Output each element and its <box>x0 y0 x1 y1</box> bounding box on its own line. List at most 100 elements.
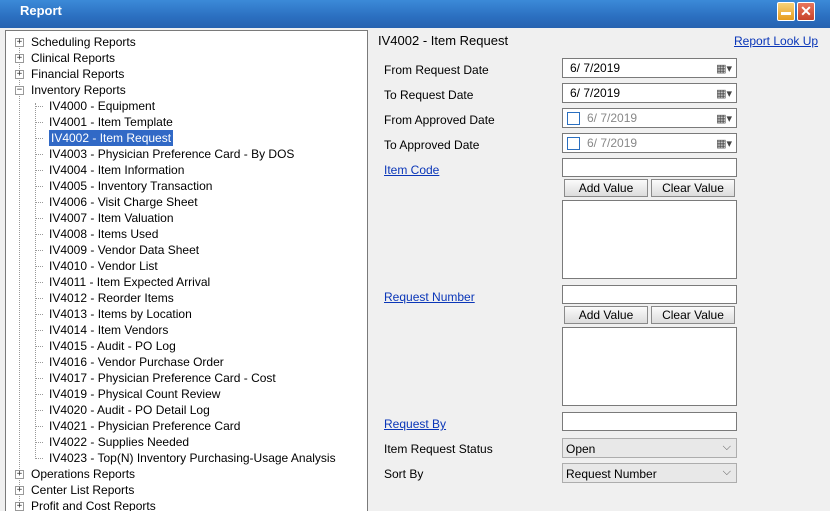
window-title: Report <box>20 3 62 18</box>
calendar-icon[interactable]: ▦▾ <box>716 137 732 150</box>
tree-item-label: IV4003 - Physician Preference Card - By … <box>49 147 295 161</box>
from-request-date-label: From Request Date <box>384 63 489 77</box>
to-request-date-label: To Request Date <box>384 88 474 102</box>
calendar-icon[interactable]: ▦▾ <box>716 62 732 75</box>
tree-connector <box>35 186 43 187</box>
tree-item-label: IV4010 - Vendor List <box>49 259 158 273</box>
tree-connector <box>35 266 43 267</box>
to-request-date-picker[interactable]: 6/ 7/2019 ▦▾ <box>562 83 737 103</box>
sort-by-select[interactable]: Request Number ⌵ <box>562 463 737 483</box>
tree-node-label: Scheduling Reports <box>31 35 136 49</box>
report-title: IV4002 - Item Request <box>378 33 509 48</box>
tree-node-label: Inventory Reports <box>31 83 126 97</box>
tree-connector <box>35 234 43 235</box>
tree-item-label: IV4001 - Item Template <box>49 115 173 129</box>
sort-by-label: Sort By <box>384 467 424 481</box>
date-value: 6/ 7/2019 <box>587 136 638 150</box>
chevron-down-icon[interactable]: ⌵ <box>723 441 731 454</box>
tree-root-line <box>19 48 20 511</box>
from-request-date-picker[interactable]: 6/ 7/2019 ▦▾ <box>562 58 737 78</box>
item-code-list[interactable] <box>562 200 737 279</box>
tree-connector <box>35 122 43 123</box>
tree-connector <box>35 170 43 171</box>
chevron-down-icon[interactable]: ⌵ <box>723 466 731 479</box>
tree-connector <box>35 394 43 395</box>
request-number-clear-value-button[interactable]: Clear Value <box>651 306 735 324</box>
select-value: Open <box>566 442 596 456</box>
report-parameters-panel: IV4002 - Item Request Report Look Up Fro… <box>370 30 830 510</box>
tree-item-label: IV4021 - Physician Preference Card <box>49 419 241 433</box>
tree-item-label: IV4013 - Items by Location <box>49 307 192 321</box>
tree-item-label: IV4022 - Supplies Needed <box>49 435 190 449</box>
tree-item-label: IV4014 - Item Vendors <box>49 323 169 337</box>
tree-item-label: IV4007 - Item Valuation <box>49 211 174 225</box>
tree-node-label: Profit and Cost Reports <box>31 499 156 511</box>
tree-connector <box>35 410 43 411</box>
calendar-icon[interactable]: ▦▾ <box>716 87 732 100</box>
close-icon[interactable]: ✕ <box>797 2 815 21</box>
tree-item-label: IV4017 - Physician Preference Card - Cos… <box>49 371 276 385</box>
tree-connector <box>35 426 43 427</box>
tree-connector <box>35 138 43 139</box>
from-approved-date-picker[interactable]: 6/ 7/2019 ▦▾ <box>562 108 737 128</box>
tree-connector <box>35 314 43 315</box>
tree-item-label: IV4015 - Audit - PO Log <box>49 339 176 353</box>
date-value: 6/ 7/2019 <box>570 61 621 75</box>
tree-item-label: IV4008 - Items Used <box>49 227 159 241</box>
tree-node-label: Financial Reports <box>31 67 125 81</box>
date-value: 6/ 7/2019 <box>570 86 621 100</box>
tree-item-label: IV4000 - Equipment <box>49 99 156 113</box>
tree-connector <box>35 282 43 283</box>
request-by-input[interactable] <box>562 412 737 431</box>
request-number-link[interactable]: Request Number <box>384 290 475 304</box>
expand-icon[interactable]: + <box>15 54 24 63</box>
tree-connector <box>35 378 43 379</box>
item-request-status-label: Item Request Status <box>384 442 493 456</box>
expand-icon[interactable]: + <box>15 470 24 479</box>
expand-icon[interactable]: + <box>15 38 24 47</box>
tree-connector <box>35 154 43 155</box>
from-approved-date-label: From Approved Date <box>384 113 495 127</box>
tree-item-label: IV4019 - Physical Count Review <box>49 387 221 401</box>
tree-item-label: IV4002 - Item Request <box>49 130 174 146</box>
item-code-input[interactable] <box>562 158 737 177</box>
tree-item-label: IV4004 - Item Information <box>49 163 185 177</box>
to-approved-date-checkbox[interactable] <box>567 137 580 150</box>
report-lookup-link[interactable]: Report Look Up <box>734 34 818 48</box>
tree-node-label: Clinical Reports <box>31 51 116 65</box>
tree-node-label: Center List Reports <box>31 483 135 497</box>
calendar-icon[interactable]: ▦▾ <box>716 112 732 125</box>
item-code-link[interactable]: Item Code <box>384 163 439 177</box>
tree-connector <box>35 330 43 331</box>
tree-connector <box>35 346 43 347</box>
tree-connector <box>35 298 43 299</box>
tree-connector <box>35 218 43 219</box>
title-bar: Report ✕ <box>0 0 830 28</box>
select-value: Request Number <box>566 467 657 481</box>
date-value: 6/ 7/2019 <box>587 111 638 125</box>
tree-item-label: IV4006 - Visit Charge Sheet <box>49 195 198 209</box>
collapse-icon[interactable]: − <box>15 86 24 95</box>
item-request-status-select[interactable]: Open ⌵ <box>562 438 737 458</box>
tree-item-label: IV4016 - Vendor Purchase Order <box>49 355 224 369</box>
request-by-link[interactable]: Request By <box>384 417 446 431</box>
request-number-input[interactable] <box>562 285 737 304</box>
tree-item-label: IV4020 - Audit - PO Detail Log <box>49 403 210 417</box>
tree-item-label: IV4005 - Inventory Transaction <box>49 179 213 193</box>
from-approved-date-checkbox[interactable] <box>567 112 580 125</box>
tree-item-label: IV4023 - Top(N) Inventory Purchasing-Usa… <box>49 451 336 465</box>
tree-connector <box>35 458 43 459</box>
tree-connector <box>35 106 43 107</box>
expand-icon[interactable]: + <box>15 70 24 79</box>
item-code-add-value-button[interactable]: Add Value <box>564 179 648 197</box>
request-number-list[interactable] <box>562 327 737 406</box>
to-approved-date-picker[interactable]: 6/ 7/2019 ▦▾ <box>562 133 737 153</box>
report-tree[interactable]: + Scheduling Reports + Clinical Reports … <box>5 30 368 511</box>
expand-icon[interactable]: + <box>15 486 24 495</box>
to-approved-date-label: To Approved Date <box>384 138 480 152</box>
tree-connector <box>35 442 43 443</box>
minimize-icon[interactable] <box>777 2 795 21</box>
item-code-clear-value-button[interactable]: Clear Value <box>651 179 735 197</box>
tree-item-label: IV4009 - Vendor Data Sheet <box>49 243 200 257</box>
request-number-add-value-button[interactable]: Add Value <box>564 306 648 324</box>
